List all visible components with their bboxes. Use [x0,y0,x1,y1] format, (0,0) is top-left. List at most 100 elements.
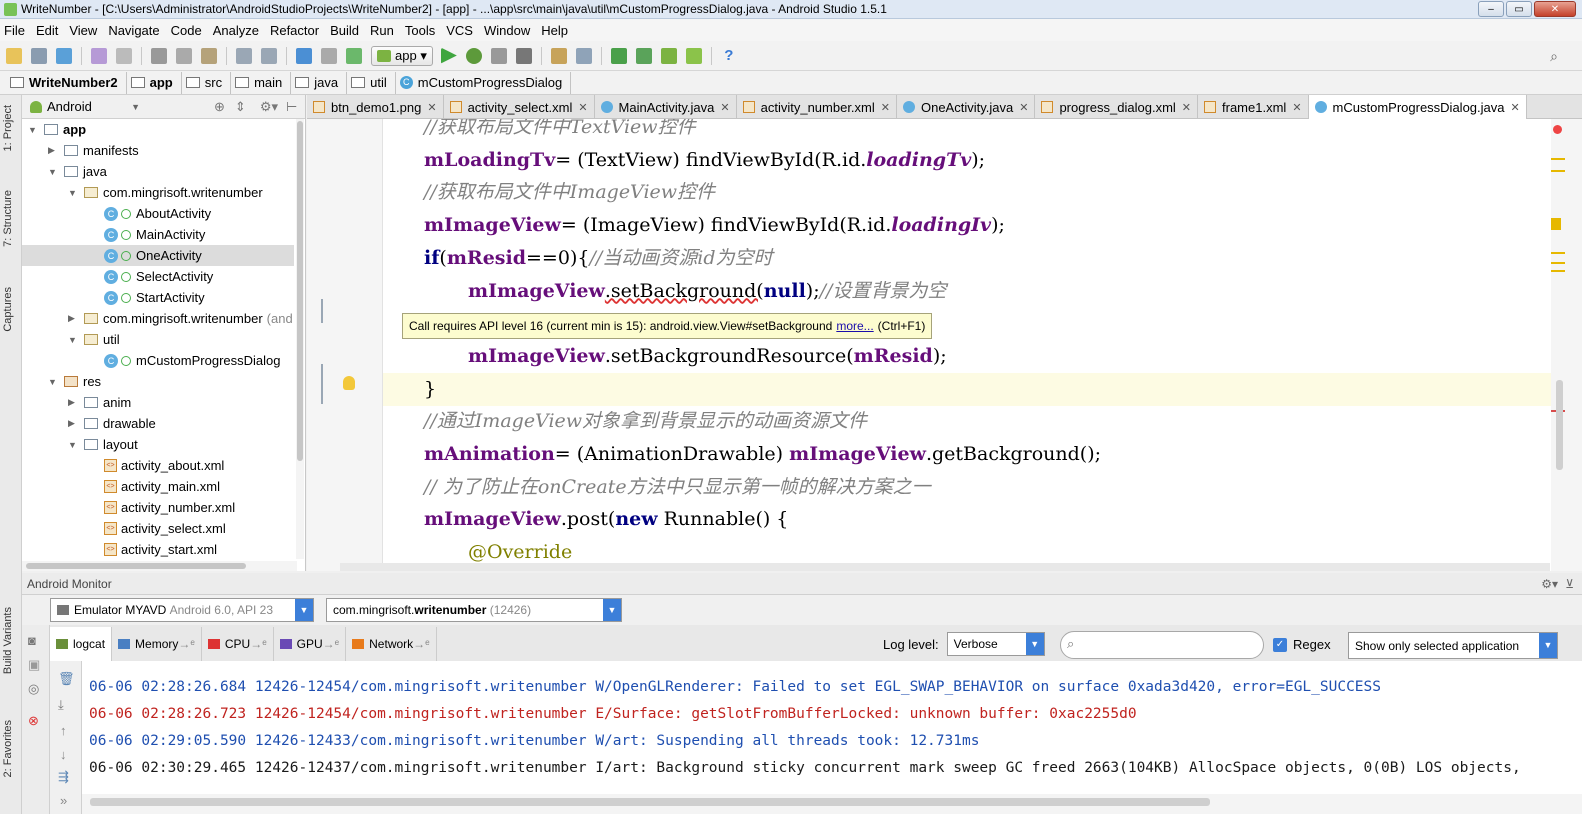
menu-navigate[interactable]: Navigate [108,23,159,38]
scroll-from-source-icon[interactable]: ⊕ [214,99,225,115]
hide-panel-icon[interactable]: ⊻ [1565,577,1574,591]
breadcrumb-item[interactable]: main [231,71,292,94]
monitor-tab-logcat[interactable]: logcat [50,627,113,661]
menu-analyze[interactable]: Analyze [213,23,259,38]
project-tree-scrollbar[interactable] [296,119,304,559]
gradle-sync-icon[interactable] [610,47,627,64]
editor-tab[interactable]: progress_dialog.xml ✕ [1035,95,1199,119]
replace-icon[interactable] [261,47,277,64]
tree-item[interactable]: <> activity_about.xml [22,455,294,476]
gear-icon[interactable]: ⚙▾ [260,99,278,115]
tree-item[interactable]: ▼ layout [22,434,294,455]
menu-run[interactable]: Run [370,23,394,38]
logcat-hscrollbar[interactable] [82,794,1582,814]
tree-item[interactable]: C OneActivity [22,245,294,266]
collapse-all-icon[interactable]: ⇕ [235,99,246,115]
clear-log-icon[interactable]: 🗑 [58,671,75,687]
find-icon[interactable] [236,47,252,64]
editor-hscrollbar[interactable] [340,563,1550,571]
tree-item[interactable]: <> activity_start.xml [22,539,294,560]
collapsed-arrow-icon[interactable]: ▶ [68,418,78,429]
tree-item[interactable]: ▶ anim [22,392,294,413]
run-icon[interactable] [440,47,457,64]
menu-code[interactable]: Code [171,23,202,38]
android-device-monitor-icon[interactable] [685,47,702,64]
tree-item[interactable]: CmCustomProgressDialog [22,350,294,371]
tree-item[interactable]: <> activity_number.xml [22,497,294,518]
tree-item[interactable]: ▼ java [22,161,294,182]
up-arrow-icon[interactable]: ↑ [60,723,67,738]
tree-item[interactable]: ▼ res [22,371,294,392]
close-tab-icon[interactable]: ✕ [881,101,890,114]
tree-item[interactable]: ▼ app [22,119,294,140]
warning-mark[interactable] [1551,270,1565,272]
close-button[interactable]: ✕ [1534,1,1576,17]
maximize-button[interactable]: ▭ [1506,1,1532,17]
monitor-tab-gpu[interactable]: GPU →ᵉ [274,627,347,661]
monitor-tab-cpu[interactable]: CPU →ᵉ [202,627,274,661]
menu-window[interactable]: Window [484,23,530,38]
open-icon[interactable] [6,47,22,64]
sync-icon[interactable] [56,47,72,64]
menu-edit[interactable]: Edit [36,23,58,38]
project-view-select[interactable]: Android ▼ [30,99,140,114]
warning-mark[interactable] [1551,252,1565,254]
monitor-tab-memory[interactable]: Memory →ᵉ [112,627,202,661]
expanded-arrow-icon[interactable]: ▼ [48,377,58,387]
collapsed-arrow-icon[interactable]: ▶ [48,145,58,156]
code-editor[interactable]: //获取布局文件中TextView控件 mLoadingTv= (TextView… [383,119,1551,571]
soft-wrap-icon[interactable]: ⇶ [58,769,69,785]
settings-icon[interactable] [575,47,592,64]
expanded-arrow-icon[interactable]: ▼ [68,188,78,198]
log-level-select[interactable]: Verbose ▼ [946,632,1045,656]
editor-tab[interactable]: MainActivity.java ✕ [595,95,737,119]
warning-mark[interactable] [1551,218,1561,230]
menu-build[interactable]: Build [330,23,359,38]
tree-item[interactable]: C MainActivity [22,224,294,245]
device-select[interactable]: Emulator MYAVD Android 6.0, API 23 ▼ [50,598,314,622]
redo-icon[interactable] [116,47,132,64]
menu-file[interactable]: File [4,23,25,38]
expanded-arrow-icon[interactable]: ▼ [48,167,58,177]
stop-icon[interactable] [515,47,532,64]
tree-item[interactable]: ▶ com.mingrisoft.writenumber (and [22,308,294,329]
pin-icon[interactable]: →ᵉ [250,637,266,651]
sdk-manager-icon[interactable] [660,47,677,64]
editor-tab[interactable]: mCustomProgressDialog.java ✕ [1308,95,1527,119]
menu-tools[interactable]: Tools [405,23,435,38]
expanded-arrow-icon[interactable]: ▼ [68,335,78,345]
breadcrumb-item[interactable]: app [127,71,182,94]
editor-tab[interactable]: activity_number.xml ✕ [737,95,897,119]
system-info-icon[interactable]: ◎ [28,681,39,697]
captures-tool-tab[interactable]: Captures [2,287,14,332]
close-tab-icon[interactable]: ✕ [578,101,587,114]
log-search-input[interactable]: ⌕ [1060,631,1264,659]
down-arrow-icon[interactable]: ↓ [60,747,67,762]
regex-checkbox[interactable]: ✓ Regex [1273,637,1331,652]
project-tree-hscrollbar[interactable] [22,561,297,571]
pin-icon[interactable]: →ᵉ [413,637,429,651]
logcat-output[interactable]: 06-06 02:28:26.684 12426-12454/com.mingr… [82,661,1582,794]
more-icon[interactable]: » [60,793,67,808]
collapsed-arrow-icon[interactable]: ▶ [68,313,78,324]
undo-icon[interactable] [91,47,107,64]
tree-item[interactable]: C SelectActivity [22,266,294,287]
tree-item[interactable]: ▶ drawable [22,413,294,434]
error-indicator-icon[interactable] [1553,125,1562,134]
editor-tab[interactable]: OneActivity.java ✕ [897,95,1036,119]
tree-item[interactable]: <> activity_select.xml [22,518,294,539]
close-tab-icon[interactable]: ✕ [1510,101,1519,114]
breadcrumb-item[interactable]: WriteNumber2 [6,71,127,94]
menu-view[interactable]: View [69,23,97,38]
paste-icon[interactable] [201,47,217,64]
project-structure-icon[interactable] [550,47,567,64]
search-everywhere-icon[interactable]: ⌕ [1550,48,1558,65]
cut-icon[interactable] [151,47,167,64]
tree-item[interactable]: ▼ com.mingrisoft.writenumber [22,182,294,203]
menu-refactor[interactable]: Refactor [270,23,319,38]
editor-tab[interactable]: btn_demo1.png ✕ [307,95,444,119]
forward-icon[interactable] [321,47,337,64]
record-icon[interactable]: ▣ [28,657,40,673]
project-tool-tab[interactable]: 1: Project [2,105,14,151]
pin-icon[interactable]: →ᵉ [178,637,194,651]
